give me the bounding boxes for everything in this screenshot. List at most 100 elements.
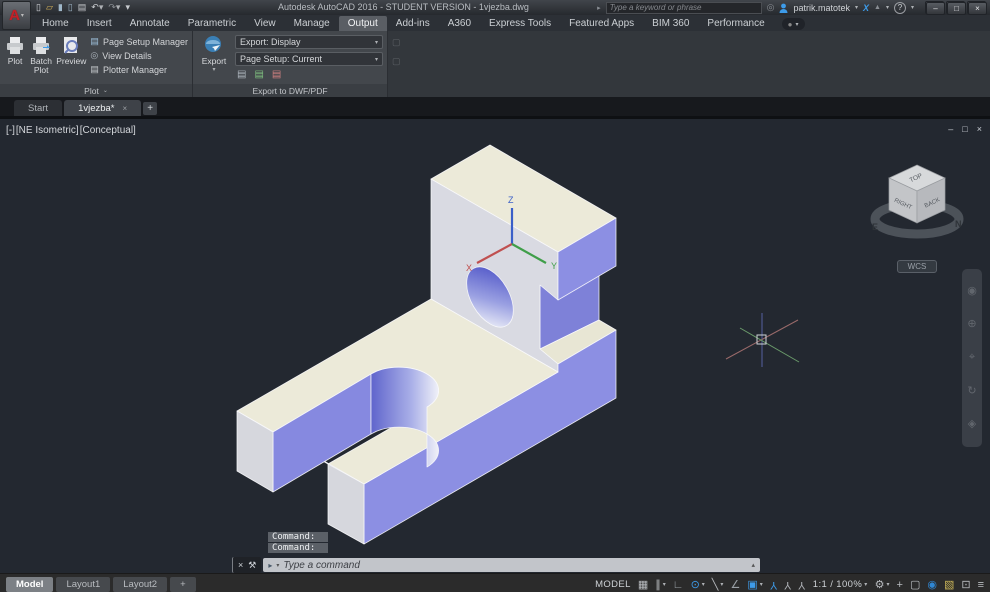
plot-panel-footer[interactable]: Plot ⌄ [0, 84, 192, 97]
orbit-icon[interactable]: ↻ [967, 386, 976, 397]
tab-layout2[interactable]: Layout2 [113, 577, 167, 592]
plot-button[interactable]: Plot [4, 33, 26, 84]
command-input[interactable]: ▸ ▾ Type a command ▴ [263, 558, 760, 572]
a360-icon[interactable]: ▲ [874, 4, 881, 11]
export-dwf-icon[interactable]: ▤ [254, 69, 263, 80]
restore-button[interactable]: □ [946, 1, 965, 14]
customize-command-icon[interactable]: ⚒ [248, 560, 256, 571]
close-command-icon[interactable]: × [238, 560, 243, 570]
tab-addins[interactable]: Add-ins [387, 16, 439, 31]
page-setup-manager-button[interactable]: ▤ Page Setup Manager [90, 36, 188, 47]
search-icon[interactable]: ◎ [767, 2, 775, 13]
export-panel-footer[interactable]: Export to DWF/PDF [193, 84, 387, 97]
save-as-icon[interactable]: ▯ [68, 3, 73, 12]
export-display-dropdown[interactable]: Export: Display ▾ [235, 35, 383, 49]
tab-home[interactable]: Home [33, 16, 78, 31]
preview-button[interactable]: Preview [56, 33, 86, 84]
scale-indicator[interactable]: 1:1 / 100%▾ [813, 579, 868, 590]
minimize-button[interactable]: – [925, 1, 944, 14]
page-setup-dropdown[interactable]: Page Setup: Current ▾ [235, 52, 383, 66]
help-icon[interactable]: ? [894, 2, 906, 14]
navigation-wheel-icon[interactable]: ◉ [967, 286, 977, 297]
model-canvas[interactable]: ZXY [0, 119, 990, 573]
tab-a360[interactable]: A360 [439, 16, 480, 31]
file-tab-start[interactable]: Start [14, 100, 62, 116]
grid-icon[interactable]: ▦ [638, 578, 648, 591]
add-status-icon[interactable]: + [897, 579, 903, 591]
tab-express-tools[interactable]: Express Tools [480, 16, 560, 31]
export-preview-icon[interactable]: ▤ [237, 69, 246, 80]
hardware-acceleration-icon[interactable]: ◉ [927, 578, 937, 591]
help-chevron-icon[interactable]: ▾ [911, 4, 914, 11]
performance-recorder-button[interactable]: ● ▾ [782, 18, 805, 30]
batch-plot-button[interactable]: Batch Plot [30, 33, 52, 84]
wcs-dropdown[interactable]: WCS [897, 260, 938, 273]
tab-layout1[interactable]: Layout1 [56, 577, 110, 592]
pan-icon[interactable]: ⊕ [967, 319, 976, 330]
compass-east-label[interactable]: E [872, 222, 878, 232]
annotation-visibility-icon[interactable]: Y [770, 579, 777, 591]
open-file-icon[interactable]: ▱ [46, 3, 53, 12]
zoom-icon[interactable]: ⌖ [969, 352, 975, 363]
model-space-toggle[interactable]: MODEL [595, 579, 631, 590]
exchange-apps-icon[interactable]: X [863, 3, 869, 13]
isolate-objects-icon[interactable]: ▧ [944, 578, 954, 591]
viewport-minus-control[interactable]: [-] [6, 125, 15, 136]
customization-menu-icon[interactable]: ≡ [978, 579, 984, 591]
file-tab-drawing[interactable]: 1vjezba* × [64, 100, 141, 116]
close-button[interactable]: × [967, 1, 986, 14]
close-tab-icon[interactable]: × [123, 104, 128, 113]
compass-north-label[interactable]: N [955, 219, 962, 229]
new-layout-button[interactable]: + [170, 577, 196, 592]
object-snap-icon[interactable]: ▣▾ [747, 578, 762, 591]
tab-manage[interactable]: Manage [285, 16, 339, 31]
viewcube[interactable]: E N TOP RIGHT BACK WCS [862, 147, 972, 274]
command-line[interactable]: × ⚒ ▸ ▾ Type a command ▴ [232, 557, 760, 573]
export-button[interactable]: Export ▾ [197, 33, 231, 84]
search-toggle-icon[interactable]: ▸ [597, 4, 601, 12]
search-input[interactable] [606, 2, 762, 14]
tab-model[interactable]: Model [6, 577, 53, 592]
command-expand-icon[interactable]: ▴ [751, 561, 755, 569]
user-menu-chevron-icon[interactable]: ▾ [855, 4, 858, 11]
object-snap-tracking-icon[interactable]: ∠ [730, 578, 740, 591]
isometric-drafting-icon[interactable]: ╲▾ [712, 578, 724, 591]
viewport-visual-style-control[interactable]: [Conceptual] [80, 125, 136, 136]
li-cmd[interactable]: Command: [268, 532, 328, 542]
new-drawing-tab-button[interactable]: + [143, 102, 157, 115]
autoscale-icon[interactable]: Y [784, 579, 791, 591]
viewcube-graphic[interactable]: E N TOP RIGHT BACK [862, 147, 972, 251]
showmotion-icon[interactable]: ◈ [968, 419, 976, 430]
tab-performance[interactable]: Performance [698, 16, 773, 31]
panel-launcher-icon[interactable]: ⌄ [103, 87, 108, 94]
signed-in-user[interactable]: patrik.matotek [793, 3, 850, 13]
clean-screen-icon[interactable]: ⊡ [961, 578, 970, 591]
save-icon[interactable]: ▮ [58, 3, 63, 12]
vp-restore-icon[interactable]: □ [962, 124, 967, 134]
tab-featured-apps[interactable]: Featured Apps [560, 16, 643, 31]
drawing-viewport[interactable]: ZXY [-] [NE Isometric] [Conceptual] –□ × … [0, 119, 990, 573]
application-menu-button[interactable]: A ▾ [2, 1, 31, 30]
plot-quick-icon[interactable]: ▤ [78, 3, 87, 12]
recent-commands-icon[interactable]: ▾ [276, 562, 279, 569]
redo-icon[interactable]: ↷▾ [108, 3, 120, 12]
snap-icon[interactable]: ∥▾ [655, 578, 666, 591]
tab-annotate[interactable]: Annotate [121, 16, 179, 31]
tab-bim360[interactable]: BIM 360 [643, 16, 698, 31]
tab-output[interactable]: Output [339, 16, 387, 31]
li-cmd[interactable]: Command: [268, 543, 328, 553]
undo-icon[interactable]: ↶▾ [91, 3, 103, 12]
plotter-manager-button[interactable]: ▤ Plotter Manager [90, 64, 188, 75]
view-details-button[interactable]: ◎ View Details [90, 50, 188, 61]
polar-tracking-icon[interactable]: ⊙▾ [691, 578, 705, 591]
vp-close-icon[interactable]: × [977, 124, 982, 134]
ortho-icon[interactable]: ∟ [673, 579, 684, 591]
viewport-view-control[interactable]: [NE Isometric] [16, 125, 79, 136]
new-file-icon[interactable]: ▯ [36, 3, 41, 12]
a360-chevron-icon[interactable]: ▾ [886, 4, 889, 11]
workspace-gear-icon[interactable]: ⚙▾ [875, 578, 890, 591]
vp-minimize-icon[interactable]: – [948, 124, 953, 134]
qat-customize-icon[interactable]: ▾ [125, 3, 130, 12]
tab-insert[interactable]: Insert [78, 16, 121, 31]
annotation-scale-icon[interactable]: Y [798, 579, 805, 591]
